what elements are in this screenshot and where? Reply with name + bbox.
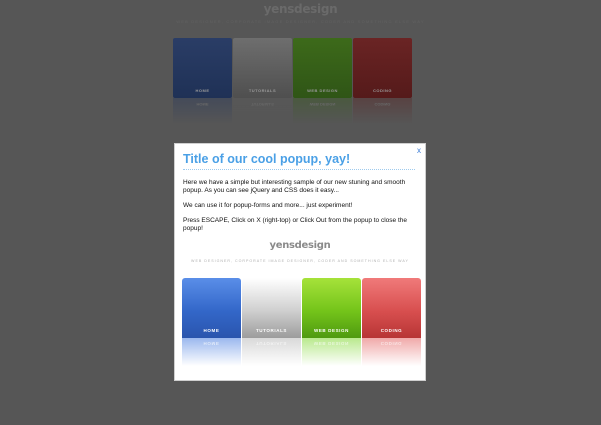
nav-tile-coding-reflection-label: CODING [380,341,403,346]
background-nav-home-reflection: HOME [173,98,232,124]
background-nav-home-label: HOME [195,88,210,93]
background-nav-coding-label: CODING [373,88,392,93]
popup-tagline: WEB DESIGNER, CORPORATE IMAGE DESIGNER, … [191,259,409,263]
background-logo: yensdesign [263,2,338,16]
background-nav-tutorials: TUTORIALS [233,38,292,98]
background-nav-web-design-label: WEB DESIGN [307,88,338,93]
background-nav-coding: CODING [353,38,412,98]
nav-tile-home-label: HOME [203,328,220,333]
background-nav-tutorials-reflection: TUTORIALS [233,98,292,124]
nav-tile-coding-reflection: CODING [362,338,421,366]
background-nav-web-design-reflection: WEB DESIGN [293,98,352,124]
background-nav-coding-reflection: CODING [353,98,412,124]
nav-tile-coding-label: CODING [380,328,403,333]
nav-tile-tutorials[interactable]: TUTORIALS [242,278,301,338]
background-nav-coding-reflection-label: CODING [374,102,391,107]
nav-tile-tutorials-label: TUTORIALS [255,328,288,333]
nav-tile-web-design[interactable]: WEB DESIGN [302,278,361,338]
background-nav-web-design: WEB DESIGN [293,38,352,98]
nav-tile-home-reflection: HOME [182,338,241,366]
background-nav-tutorials-label: TUTORIALS [248,88,277,93]
popup-logo: yensdesign [269,240,331,251]
nav-tile-coding[interactable]: CODING [362,278,421,338]
popup-close-button[interactable]: x [417,146,421,155]
background-nav-home: HOME [173,38,232,98]
nav-tile-web-design-label: WEB DESIGN [313,328,349,333]
nav-tile-tutorials-reflection: TUTORIALS [242,338,301,366]
popup-paragraph-usage: We can use it for popup-forms and more..… [183,202,353,209]
popup-dialog: x Title of our cool popup, yay! Here we … [174,143,426,381]
nav-tile-home[interactable]: HOME [182,278,241,338]
background-tagline: WEB DESIGNER, CORPORATE IMAGE DESIGNER, … [176,19,425,24]
nav-tile-web-design-reflection-label: WEB DESIGN [313,341,349,346]
background-nav-web-design-reflection-label: WEB DESIGN [309,102,336,107]
popup-nav: HOME TUTORIALS WEB DESIGN CODING HOME TU… [182,278,422,374]
background-nav: HOME TUTORIALS WEB DESIGN CODING HOME TU… [173,38,413,128]
popup-paragraph-intro: Here we have a simple but interesting sa… [183,179,406,194]
background-nav-home-reflection-label: HOME [196,102,209,107]
nav-tile-tutorials-reflection-label: TUTORIALS [255,341,288,346]
background-nav-tutorials-reflection-label: TUTORIALS [251,102,274,107]
popup-title: Title of our cool popup, yay! [183,152,415,170]
popup-paragraph-close-hint: Press ESCAPE, Click on X (right-top) or … [183,217,407,232]
nav-tile-home-reflection-label: HOME [203,341,220,346]
nav-tile-web-design-reflection: WEB DESIGN [302,338,361,366]
